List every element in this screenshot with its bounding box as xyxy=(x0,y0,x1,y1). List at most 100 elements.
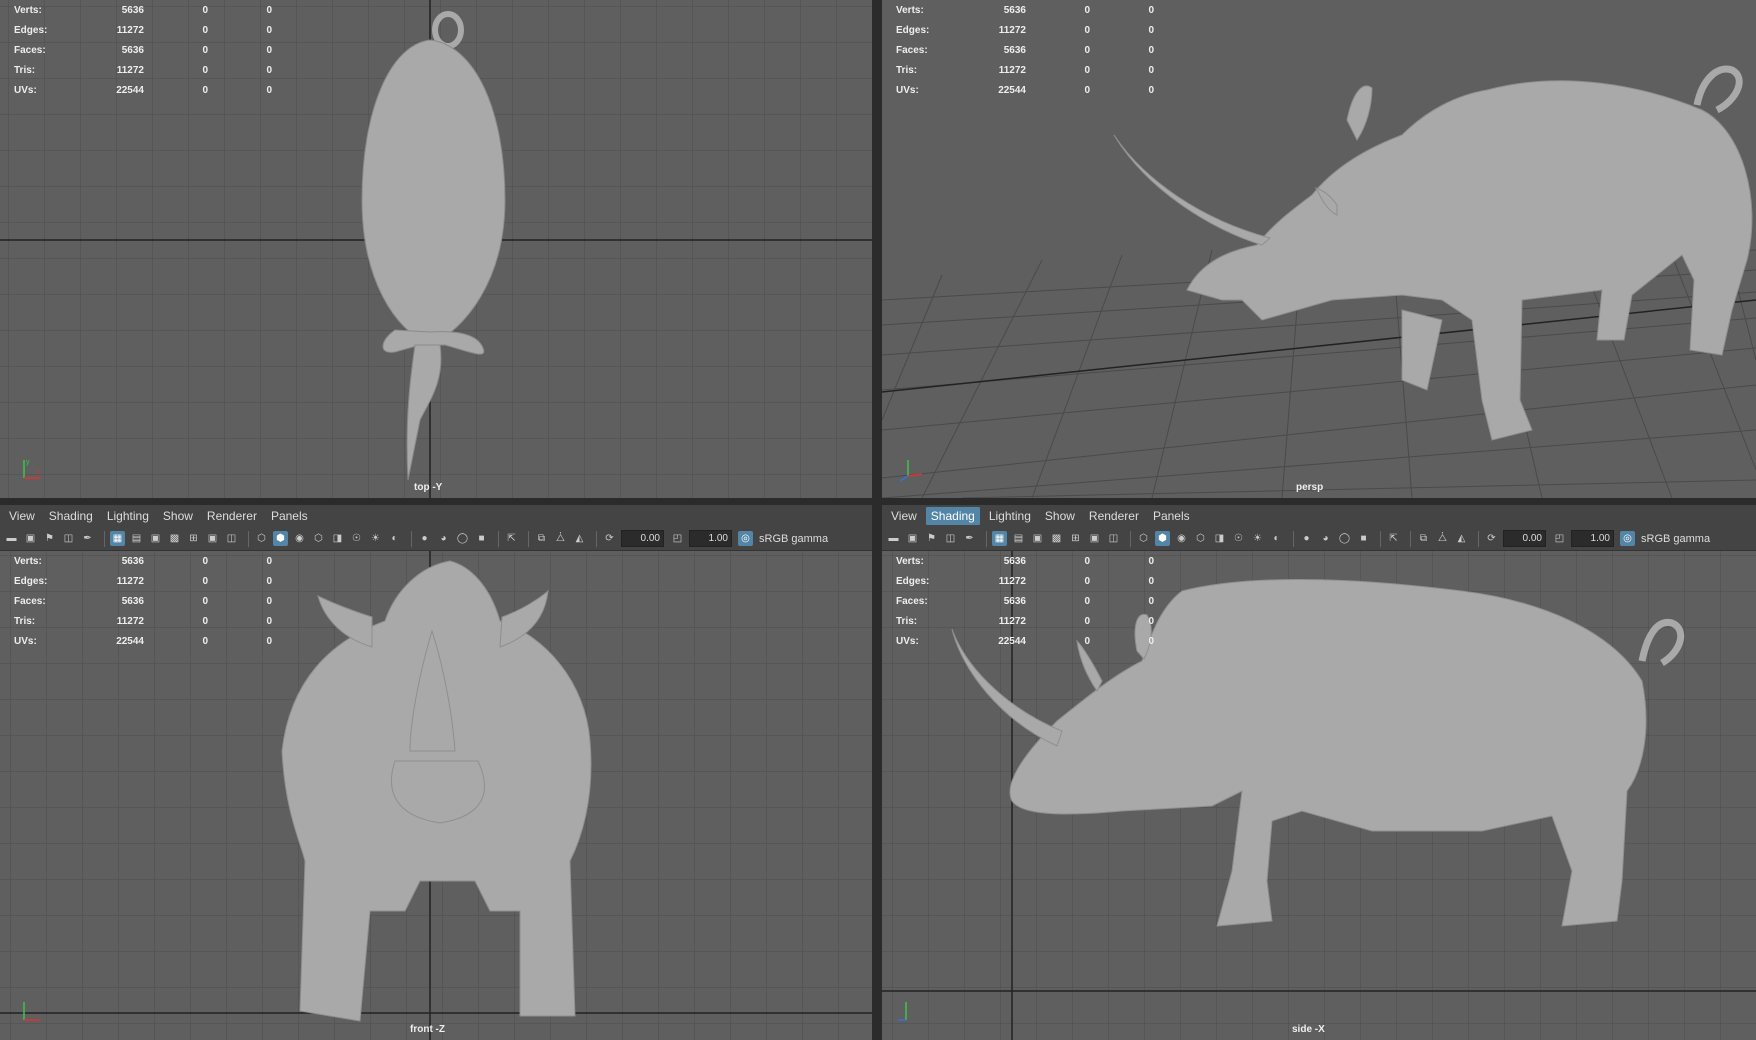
gamma-icon[interactable]: ◰ xyxy=(670,531,685,546)
safe-title-icon[interactable]: ◫ xyxy=(1106,531,1121,546)
menu-show[interactable]: Show xyxy=(1040,507,1080,525)
resolution-gate-icon[interactable]: ▣ xyxy=(1030,531,1045,546)
poly-count-hud: Verts: 5636 0 0 Edges: 11272 0 0 Faces: 5636 0 0 … xyxy=(896,4,1154,96)
bookmark-icon[interactable]: ⚑ xyxy=(924,531,939,546)
menu-renderer[interactable]: Renderer xyxy=(202,507,262,525)
isolate-select-icon[interactable]: ⇱ xyxy=(1386,531,1401,546)
shadows-icon[interactable]: ◨ xyxy=(330,531,345,546)
motion-blur-icon[interactable]: ◕ xyxy=(1318,531,1333,546)
wireframe-icon[interactable]: ⬡ xyxy=(1136,531,1151,546)
isolate-select-icon[interactable]: ⇱ xyxy=(504,531,519,546)
menu-panels[interactable]: Panels xyxy=(266,507,313,525)
xray-active-icon[interactable]: ⧊ xyxy=(553,531,568,546)
poly-count-hud: Verts: 5636 0 0 Edges: 11272 0 0 Faces: 5636 0 0 … xyxy=(896,555,1154,647)
camera-icon[interactable]: ▬ xyxy=(886,531,901,546)
toolbar-divider xyxy=(498,530,499,547)
axis-gizmo-icon xyxy=(23,1002,40,1021)
viewport-top[interactable]: Verts: 5636 0 0 Edges: 11272 0 0 Faces: 5636 0 0 … xyxy=(0,0,872,498)
grid-icon[interactable]: ▦ xyxy=(992,531,1007,546)
axis-gizmo-icon xyxy=(899,460,923,482)
menu-renderer[interactable]: Renderer xyxy=(1084,507,1144,525)
exposure-icon[interactable]: ⟳ xyxy=(602,531,617,546)
bookmark-icon[interactable]: ⚑ xyxy=(42,531,57,546)
toolbar-divider xyxy=(986,530,987,547)
gate-mask-icon[interactable]: ▩ xyxy=(1049,531,1064,546)
menu-view[interactable]: View xyxy=(886,507,922,525)
panel-toolbar: ▬ ▣ ⚑ ◫ ✒ ▦ ▤ ▣ ▩ ⊞ ▣ ◫ ⬡ ⬢ ◉ ⬡ ◨ ☉ ☀ ◐ … xyxy=(882,527,1756,551)
shadows-icon[interactable]: ◨ xyxy=(1212,531,1227,546)
field-chart-icon[interactable]: ⊞ xyxy=(1068,531,1083,546)
backface-culling-icon[interactable]: ◭ xyxy=(572,531,587,546)
motion-blur-icon[interactable]: ◕ xyxy=(436,531,451,546)
grid-icon[interactable]: ▦ xyxy=(110,531,125,546)
viewport-side[interactable]: View Shading Lighting Show Renderer Pane… xyxy=(882,505,1756,1040)
film-gate-icon[interactable]: ▤ xyxy=(129,531,144,546)
lights-icon[interactable]: ☀ xyxy=(1250,531,1265,546)
backface-culling-icon[interactable]: ◭ xyxy=(1454,531,1469,546)
wireframe-on-shaded-icon[interactable]: ◉ xyxy=(1174,531,1189,546)
textured-icon[interactable]: ⬡ xyxy=(311,531,326,546)
lights-icon[interactable]: ☀ xyxy=(368,531,383,546)
hud-row-edges: Edges: 11272 0 0 xyxy=(14,24,272,36)
xray-active-icon[interactable]: ⧊ xyxy=(1435,531,1450,546)
camera-icon[interactable]: ▬ xyxy=(4,531,19,546)
wireframe-icon[interactable]: ⬡ xyxy=(254,531,269,546)
smooth-shade-icon[interactable]: ⬢ xyxy=(273,531,288,546)
image-plane-icon[interactable]: ◫ xyxy=(61,531,76,546)
material-ball-icon[interactable]: ● xyxy=(1299,531,1314,546)
axis-gizmo-icon xyxy=(898,1002,907,1021)
menu-show[interactable]: Show xyxy=(158,507,198,525)
ambient-occlusion-icon[interactable]: ◐ xyxy=(1269,531,1284,546)
menu-shading[interactable]: Shading xyxy=(44,507,98,525)
brush-icon[interactable]: ✒ xyxy=(962,531,977,546)
gamma-field[interactable]: 1.00 xyxy=(1571,530,1614,547)
gate-mask-icon[interactable]: ▩ xyxy=(167,531,182,546)
hud-row-verts: Verts: 5636 0 0 xyxy=(14,4,272,16)
color-management-icon[interactable]: ◎ xyxy=(1620,531,1635,546)
menu-panels[interactable]: Panels xyxy=(1148,507,1195,525)
material-ball-icon[interactable]: ● xyxy=(417,531,432,546)
camera-attrs-icon[interactable]: ▣ xyxy=(23,531,38,546)
image-plane-icon[interactable]: ◫ xyxy=(943,531,958,546)
gamma-icon[interactable]: ◰ xyxy=(1552,531,1567,546)
colorspace-label[interactable]: sRGB gamma xyxy=(759,533,828,545)
menu-view[interactable]: View xyxy=(4,507,40,525)
dof-icon[interactable]: ■ xyxy=(474,531,489,546)
viewport-front[interactable]: View Shading Lighting Show Renderer Pane… xyxy=(0,505,872,1040)
menu-lighting[interactable]: Lighting xyxy=(102,507,154,525)
dof-icon[interactable]: ■ xyxy=(1356,531,1371,546)
film-gate-icon[interactable]: ▤ xyxy=(1011,531,1026,546)
camera-label-front: front -Z xyxy=(410,1024,445,1035)
toolbar-divider xyxy=(104,530,105,547)
brush-icon[interactable]: ✒ xyxy=(80,531,95,546)
exposure-icon[interactable]: ⟳ xyxy=(1484,531,1499,546)
colorspace-label[interactable]: sRGB gamma xyxy=(1641,533,1710,545)
resolution-gate-icon[interactable]: ▣ xyxy=(148,531,163,546)
xray-joints-icon[interactable]: ⧉ xyxy=(534,531,549,546)
svg-text:x: x xyxy=(36,469,40,476)
anti-alias-icon[interactable]: ◯ xyxy=(1337,531,1352,546)
anti-alias-icon[interactable]: ◯ xyxy=(455,531,470,546)
textured-icon[interactable]: ⬡ xyxy=(1193,531,1208,546)
xray-icon[interactable]: ☉ xyxy=(1231,531,1246,546)
field-chart-icon[interactable]: ⊞ xyxy=(186,531,201,546)
wireframe-on-shaded-icon[interactable]: ◉ xyxy=(292,531,307,546)
safe-action-icon[interactable]: ▣ xyxy=(205,531,220,546)
safe-action-icon[interactable]: ▣ xyxy=(1087,531,1102,546)
color-management-icon[interactable]: ◎ xyxy=(738,531,753,546)
viewport-persp[interactable]: Verts: 5636 0 0 Edges: 11272 0 0 Faces: 5636 0 0 … xyxy=(882,0,1756,498)
poly-count-hud: Verts: 5636 0 0 Edges: 11272 0 0 Faces: 5636 0 0 … xyxy=(14,555,272,647)
xray-icon[interactable]: ☉ xyxy=(349,531,364,546)
panel-menubar: View Shading Lighting Show Renderer Pane… xyxy=(0,505,872,527)
ambient-occlusion-icon[interactable]: ◐ xyxy=(387,531,402,546)
camera-attrs-icon[interactable]: ▣ xyxy=(905,531,920,546)
xray-joints-icon[interactable]: ⧉ xyxy=(1416,531,1431,546)
exposure-field[interactable]: 0.00 xyxy=(1503,530,1546,547)
safe-title-icon[interactable]: ◫ xyxy=(224,531,239,546)
smooth-shade-icon[interactable]: ⬢ xyxy=(1155,531,1170,546)
gamma-field[interactable]: 1.00 xyxy=(689,530,732,547)
exposure-field[interactable]: 0.00 xyxy=(621,530,664,547)
menu-lighting[interactable]: Lighting xyxy=(984,507,1036,525)
panel-menubar: View Shading Lighting Show Renderer Pane… xyxy=(882,505,1756,527)
menu-shading[interactable]: Shading xyxy=(925,507,980,525)
